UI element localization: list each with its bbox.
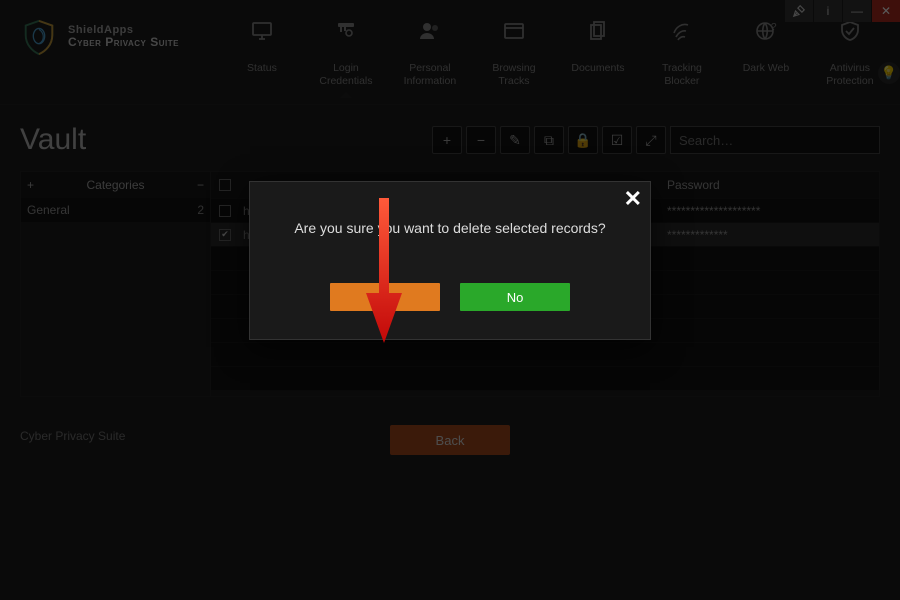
modal-close-button[interactable]: ✕ <box>624 186 642 212</box>
modal-overlay: ✕ Are you sure you want to delete select… <box>0 0 900 600</box>
confirm-yes-button[interactable]: Yes <box>330 283 440 311</box>
confirm-no-button[interactable]: No <box>460 283 570 311</box>
modal-message: Are you sure you want to delete selected… <box>278 218 622 239</box>
confirm-delete-modal: ✕ Are you sure you want to delete select… <box>250 182 650 339</box>
